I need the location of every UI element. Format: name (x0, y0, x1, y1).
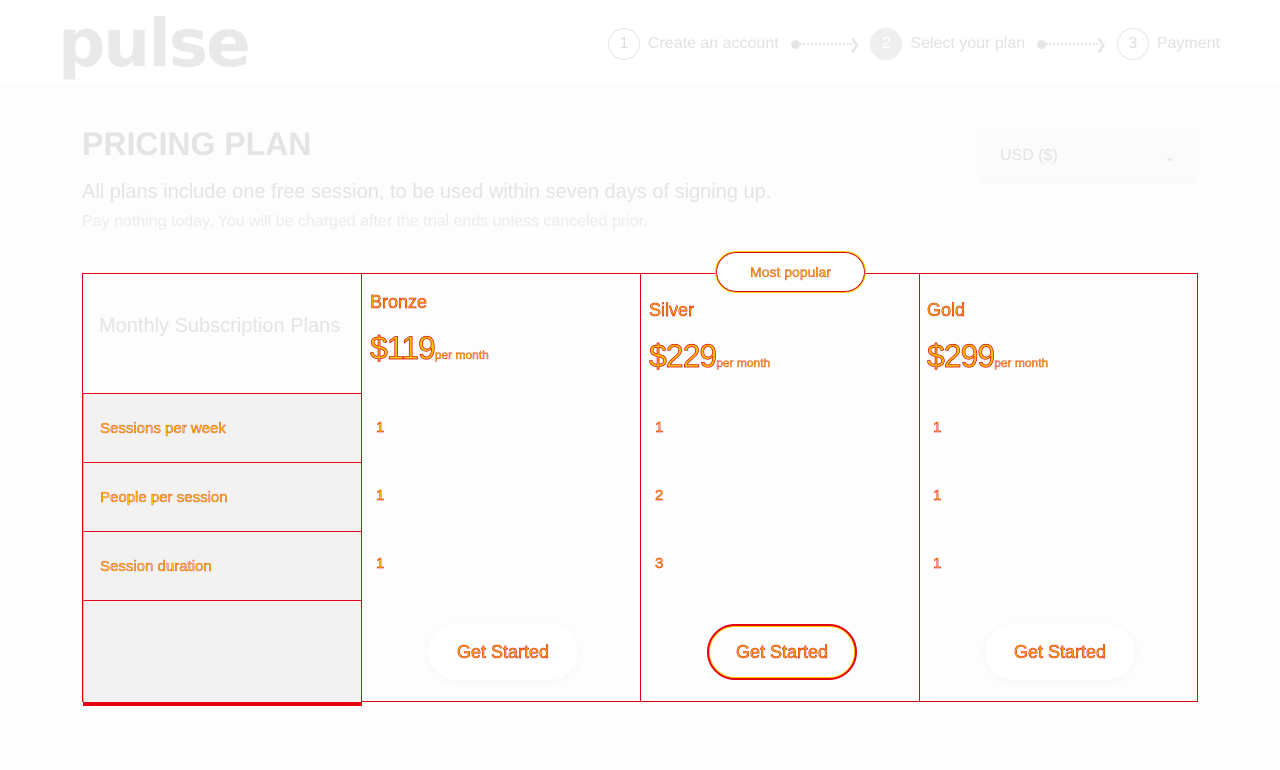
step-connector: ❯ (1037, 37, 1107, 51)
step-number: 1 (607, 28, 640, 60)
step-number: 3 (1116, 28, 1149, 60)
feature-label: Session duration (100, 557, 212, 575)
currency-select[interactable]: USD ($) ⌄ (980, 130, 1196, 182)
plan-price: $229per month (649, 338, 771, 375)
plan-value: 1 (655, 419, 664, 436)
signup-stepper: 1 Create an account ❯ 2 Select your plan… (607, 28, 1220, 60)
step-payment[interactable]: 3 Payment (1116, 28, 1220, 60)
chevron-down-icon: ⌄ (1164, 147, 1176, 164)
pulse-logo[interactable]: pulse (58, 8, 251, 80)
plan-value: 1 (933, 555, 942, 572)
plan-silver: Silver $229per month 1 2 3 Get Started (641, 274, 920, 702)
page-title: PRICING PLAN (82, 126, 312, 162)
table-header: Monthly Subscription Plans (83, 274, 361, 394)
arrow-right-icon: ❯ (848, 36, 861, 52)
features-column: Monthly Subscription Plans Sessions per … (83, 274, 362, 706)
plan-name: Gold (927, 300, 966, 321)
get-started-button[interactable]: Get Started (428, 624, 578, 680)
plan-value: 3 (655, 555, 664, 572)
currency-value: USD ($) (1000, 147, 1058, 164)
connector-line (799, 43, 852, 45)
connector-dot (790, 39, 800, 49)
price-period: per month (434, 348, 489, 362)
plan-value: 1 (376, 487, 385, 504)
step-number: 2 (870, 28, 903, 60)
price-amount: $119 (370, 330, 437, 367)
page-subtitle: All plans include one free session, to b… (82, 181, 772, 203)
step-label: Select your plan (910, 35, 1026, 52)
price-amount: $229 (649, 338, 718, 375)
features-footer (83, 601, 361, 702)
step-label: Create an account (647, 35, 779, 52)
get-started-button[interactable]: Get Started (985, 624, 1135, 680)
plan-name: Bronze (370, 292, 428, 313)
get-started-button[interactable]: Get Started (707, 624, 857, 680)
arrow-right-icon: ❯ (1095, 36, 1107, 52)
plan-name: Silver (649, 300, 695, 321)
feature-row: Sessions per week (83, 394, 361, 463)
most-popular-badge: Most popular (715, 251, 866, 293)
feature-row: Session duration (83, 532, 361, 601)
plan-value: 1 (376, 555, 385, 572)
connector-dot (1037, 39, 1047, 49)
plan-price: $119per month (370, 330, 489, 367)
step-label: Payment (1156, 35, 1220, 52)
feature-label: People per session (100, 488, 228, 506)
plan-value: 2 (655, 487, 664, 504)
price-period: per month (994, 356, 1049, 370)
plan-value: 1 (933, 487, 942, 504)
plan-value: 1 (933, 419, 942, 436)
features-underline (83, 702, 362, 706)
price-period: per month (716, 356, 771, 370)
plan-value: 1 (376, 419, 385, 436)
plan-price: $299per month (927, 338, 1049, 375)
price-amount: $299 (927, 338, 996, 375)
plan-bronze: Bronze $119per month 1 1 1 Get Started (362, 274, 641, 702)
feature-row: People per session (83, 463, 361, 532)
feature-label: Sessions per week (100, 419, 226, 437)
step-connector: ❯ (790, 36, 861, 52)
pricing-table: Monthly Subscription Plans Sessions per … (82, 273, 1198, 706)
billing-note: Pay nothing today. You will be charged a… (82, 213, 648, 230)
step-select-plan[interactable]: 2 Select your plan (870, 28, 1025, 60)
plan-gold: Gold $299per month 1 1 1 Get Started (919, 274, 1198, 702)
connector-line (1046, 43, 1099, 45)
step-create-account[interactable]: 1 Create an account (607, 28, 779, 60)
